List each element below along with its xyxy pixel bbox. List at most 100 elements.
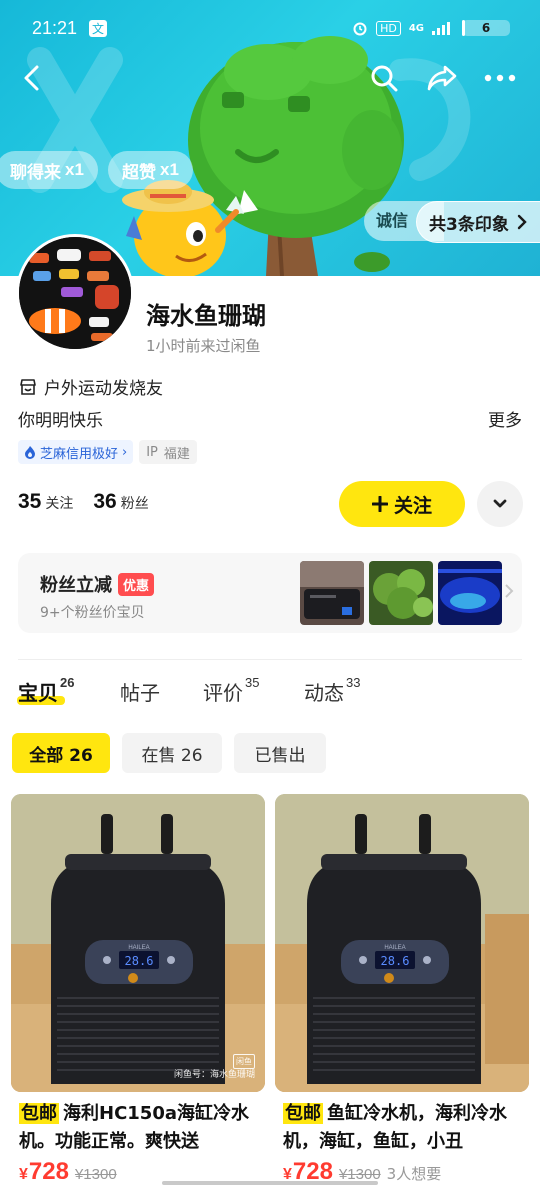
chevron-right-icon (505, 584, 514, 598)
follow-label: 关注 (393, 494, 432, 517)
battery-icon: 6 (462, 20, 510, 36)
badge-super-like[interactable]: 超赞 x1 (108, 151, 193, 189)
credit-badge[interactable]: 芝麻信用极好 › (18, 440, 134, 464)
chiller-display: 28.6 (381, 954, 410, 968)
wants-count: 3人想要 (386, 1165, 442, 1183)
tab-count: 33 (346, 675, 361, 690)
promo-thumbnail[interactable] (369, 561, 433, 625)
stats-row: 35 关注 36 粉丝 (18, 490, 165, 514)
fan-discount-card[interactable]: 粉丝立减 优惠 9+个粉丝价宝贝 (18, 553, 522, 633)
product-title[interactable]: 包邮 海利HC150a海缸冷水机。功能正常。爽快送 (19, 1100, 255, 1156)
promo-thumbnail[interactable] (300, 561, 364, 625)
filter-all[interactable]: 全部 26 (12, 733, 110, 773)
discount-badge: 优惠 (118, 572, 155, 596)
flame-icon (25, 446, 35, 459)
chevron-right-icon: › (122, 444, 128, 460)
home-indicator[interactable] (162, 1181, 378, 1185)
product-image[interactable]: HAILEA 28.6 (275, 794, 529, 1092)
fans-label[interactable]: 粉丝 (121, 493, 149, 513)
badge-count: x1 (160, 160, 179, 179)
back-button[interactable] (12, 58, 52, 98)
watermark-logo: 闲鱼 (233, 1054, 255, 1069)
tab-reviews[interactable]: 评价 35 (203, 675, 260, 706)
tab-label: 评价 (203, 681, 243, 705)
status-bar: 21:21 文 HD 4G 6 (0, 0, 540, 56)
app-notification-icon: 文 (89, 19, 108, 37)
username: 海水鱼珊瑚 (146, 302, 266, 330)
tab-items[interactable]: 宝贝 26 (18, 675, 75, 706)
following-count[interactable]: 35 (18, 490, 41, 514)
free-shipping-tag: 包邮 (283, 1103, 323, 1124)
following-label[interactable]: 关注 (45, 493, 73, 513)
original-price: ¥1300 (74, 1166, 117, 1183)
bio: 你明明快乐 (18, 411, 103, 431)
promo-title-row: 粉丝立减 优惠 (40, 571, 155, 597)
badge-count: x1 (65, 160, 84, 179)
chiller-display: 28.6 (125, 954, 154, 968)
promo-title: 粉丝立减 (40, 575, 112, 596)
section-divider (18, 659, 522, 660)
tab-label: 帖子 (120, 681, 160, 705)
product-card[interactable]: HAILEA 28.6 包邮 鱼缸冷水机，海利冷水机，海缸，鱼缸，小丑 ¥728 … (275, 794, 529, 1188)
more-options-button[interactable] (480, 58, 520, 98)
impressions-button[interactable]: 共3条印象 (416, 201, 540, 243)
plus-icon (371, 496, 388, 512)
tab-label: 宝贝 (18, 681, 58, 705)
battery-percent: 6 (481, 21, 491, 35)
last-seen: 1小时前来过闲鱼 (146, 337, 261, 355)
search-icon (371, 65, 398, 92)
thumbnail-image (438, 561, 502, 625)
credit-row: 芝麻信用极好 › IP 福建 (18, 440, 197, 464)
shop-icon (20, 378, 36, 395)
ip-label: IP (146, 444, 158, 460)
promo-thumbnail[interactable] (438, 561, 502, 625)
filter-sold[interactable]: 已售出 (234, 733, 326, 773)
chevron-right-icon (517, 214, 527, 230)
follow-dropdown-button[interactable] (477, 481, 523, 527)
fans-count[interactable]: 36 (93, 490, 116, 514)
alarm-icon (353, 22, 367, 36)
brand-label: HAILEA (384, 945, 405, 951)
tab-count: 35 (245, 675, 260, 690)
chevron-down-icon (493, 499, 507, 508)
share-icon (427, 65, 457, 91)
back-arrow-icon (24, 65, 39, 91)
filter-on-sale[interactable]: 在售 26 (122, 733, 222, 773)
watermark-text: 闲鱼号：海水鱼珊瑚 (173, 1070, 255, 1080)
chiller-photo: HAILEA 28.6 (275, 794, 529, 1092)
search-button[interactable] (364, 58, 404, 98)
interest-tag-label: 户外运动发烧友 (44, 379, 163, 399)
chiller-photo: HAILEA 28.6 (11, 794, 265, 1092)
tab-activity[interactable]: 动态 33 (304, 675, 361, 706)
currency-symbol: ¥ (19, 1166, 28, 1183)
more-dots-icon (484, 74, 516, 82)
avatar[interactable] (16, 234, 134, 352)
follow-button[interactable]: 关注 (339, 481, 465, 527)
badge-label: 聊得来 (10, 162, 61, 183)
tab-label: 动态 (304, 681, 344, 705)
avatar-image (19, 237, 131, 349)
tab-count: 26 (60, 675, 75, 690)
watermark: 闲鱼 闲鱼号：海水鱼珊瑚 (174, 1054, 255, 1082)
promo-subtitle: 9+个粉丝价宝贝 (40, 605, 145, 621)
tab-posts[interactable]: 帖子 (120, 677, 160, 706)
thumbnail-image (369, 561, 433, 625)
share-button[interactable] (422, 58, 462, 98)
product-image[interactable]: HAILEA 28.6 闲鱼 闲鱼号：海水鱼珊瑚 (11, 794, 265, 1092)
product-card[interactable]: HAILEA 28.6 闲鱼 闲鱼号：海水鱼珊瑚 包邮 海利HC150a海缸冷水机… (11, 794, 265, 1188)
brand-label: HAILEA (128, 945, 149, 951)
interest-tag[interactable]: 户外运动发烧友 (18, 374, 163, 399)
price-value: 728 (28, 1158, 69, 1185)
more-link[interactable]: 更多 (488, 406, 522, 431)
badge-good-chat[interactable]: 聊得来 x1 (0, 151, 98, 189)
badge-label: 超赞 (122, 162, 156, 183)
price: ¥728 (19, 1158, 69, 1186)
status-time: 21:21 (32, 17, 78, 38)
impressions-label: 共3条印象 (429, 214, 509, 235)
hd-icon: HD (376, 20, 401, 36)
credit-label: 芝麻信用极好 (40, 446, 119, 462)
product-title[interactable]: 包邮 鱼缸冷水机，海利冷水机，海缸，鱼缸，小丑 (283, 1100, 519, 1156)
network-label: 4G (408, 22, 424, 34)
ip-location: IP 福建 (139, 440, 197, 464)
free-shipping-tag: 包邮 (19, 1103, 59, 1124)
